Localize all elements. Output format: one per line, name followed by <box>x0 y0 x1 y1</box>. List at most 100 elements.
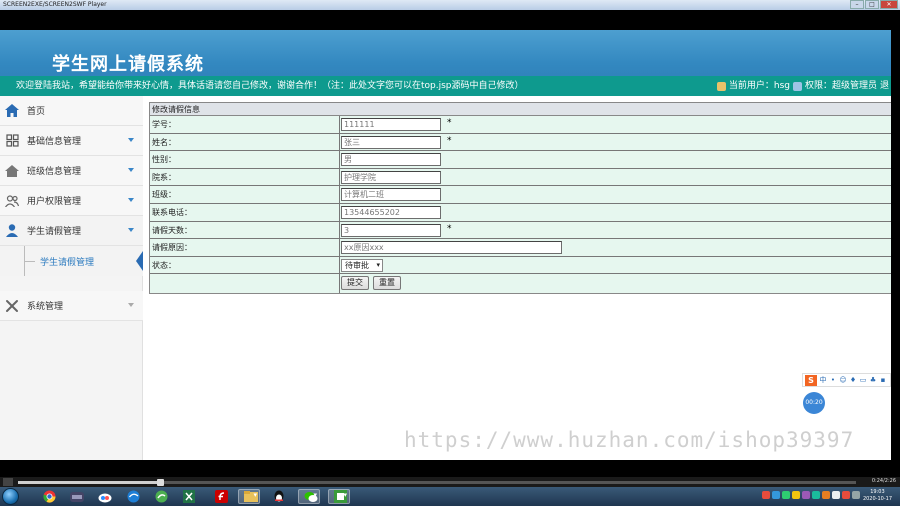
flash-icon[interactable] <box>210 489 232 504</box>
windows-taskbar: 19:03 2020-10-17 <box>0 487 900 506</box>
reset-button[interactable]: 重置 <box>373 276 401 291</box>
sidebar-subitem-label: 学生请假管理 <box>40 257 95 268</box>
active-indicator-icon <box>136 251 143 271</box>
logout-link[interactable]: 退 <box>880 76 889 96</box>
users-icon <box>5 194 19 208</box>
student-id-input[interactable]: 111111 <box>341 118 441 131</box>
field-label: 请假天数： <box>150 221 340 239</box>
emoji-icon[interactable]: ☺ <box>839 376 847 384</box>
tray-icon[interactable] <box>812 491 820 499</box>
gender-input[interactable]: 男 <box>341 153 441 167</box>
phone-input[interactable]: 13544655202 <box>341 205 441 219</box>
form-row-leave-days: 请假天数： 3 * <box>150 221 891 240</box>
required-mark: * <box>447 223 452 234</box>
tray-icon[interactable] <box>792 491 800 499</box>
form-row-gender: 性别： 男 <box>150 151 891 169</box>
field-label-empty <box>150 274 340 294</box>
taskbar-clock[interactable]: 19:03 2020-10-17 <box>863 489 892 503</box>
sidebar-item-user-permissions[interactable]: 用户权限管理 <box>0 186 143 216</box>
app-title: 学生网上请假系统 <box>52 54 204 75</box>
360-icon[interactable] <box>150 489 172 504</box>
sidebar-item-class-info[interactable]: 班级信息管理 <box>0 156 143 186</box>
sidebar-item-label: 学生请假管理 <box>27 227 82 237</box>
sidebar-item-home[interactable]: 首页 <box>0 96 143 126</box>
class-input[interactable]: 计算机二班 <box>341 188 441 202</box>
field-label: 联系电话： <box>150 203 340 221</box>
tray-icon[interactable] <box>802 491 810 499</box>
player-time: 0:24/2:26 <box>871 478 896 484</box>
player-window: SCREEN2EXE/SCREEN2SWF Player – □ ✕ 学生网上请… <box>0 0 900 506</box>
submit-button[interactable]: 提交 <box>341 276 369 291</box>
sidebar-subitem-student-leave[interactable]: 学生请假管理 <box>0 246 143 276</box>
tray-icon[interactable] <box>782 491 790 499</box>
tray-icon[interactable] <box>772 491 780 499</box>
spreadsheet-icon[interactable] <box>178 489 200 504</box>
field-label: 院系： <box>150 168 340 186</box>
progress-track[interactable] <box>18 479 856 486</box>
field-label: 学号： <box>150 116 340 133</box>
leave-days-input[interactable]: 3 <box>341 223 441 237</box>
leave-reason-input[interactable]: xx原因xxx <box>341 241 562 255</box>
explorer-icon[interactable] <box>238 489 260 504</box>
settings-icon[interactable]: ▪ <box>879 376 887 384</box>
minimize-button[interactable]: – <box>850 0 864 9</box>
sidebar-item-label: 首页 <box>27 107 46 117</box>
wechat-icon[interactable] <box>298 489 320 504</box>
current-user: 当前用户：hsg <box>728 81 790 91</box>
baidu-netdisk-icon[interactable] <box>94 489 116 504</box>
sogou-icon: S <box>805 374 817 386</box>
start-button[interactable] <box>2 488 19 505</box>
ime-toolbar[interactable]: S 中 • ☺ ♦ ▭ ♣ ▪ <box>802 373 891 387</box>
sidebar-item-basic-info[interactable]: 基础信息管理 <box>0 126 143 156</box>
letterbox-top <box>0 10 900 30</box>
punctuation-icon[interactable]: • <box>829 376 837 384</box>
form-row-actions: 提交 重置 <box>150 274 891 294</box>
close-button[interactable]: ✕ <box>880 0 898 9</box>
ime-language-toggle[interactable]: 中 <box>819 375 827 385</box>
form-row-phone: 联系电话： 13544655202 <box>150 203 891 222</box>
tray-icon[interactable] <box>762 491 770 499</box>
chevron-down-icon <box>128 138 134 142</box>
form-caption: 修改请假信息 <box>150 103 891 116</box>
window-controls: – □ ✕ <box>850 0 898 9</box>
tools-icon <box>5 299 19 313</box>
name-input[interactable]: 张三 <box>341 135 441 149</box>
permission-icon <box>792 81 802 91</box>
chevron-down-icon <box>128 168 134 172</box>
form-row-name: 姓名： 张三 * <box>150 133 891 152</box>
chrome-icon[interactable] <box>38 489 60 504</box>
department-input[interactable]: 护理学院 <box>341 170 441 184</box>
play-button[interactable] <box>3 478 13 486</box>
sidebar-item-label: 用户权限管理 <box>27 197 82 207</box>
house-icon <box>5 164 19 178</box>
player-title: SCREEN2EXE/SCREEN2SWF Player <box>3 1 107 8</box>
welcome-text: 欢迎登陆我站，希望能给你带来好心情，具体话语请您自己修改，谢谢合作！（注：此处文… <box>16 81 524 91</box>
watermark: https://www.huzhan.com/ishop39397 <box>404 428 855 452</box>
tray-icon[interactable] <box>822 491 830 499</box>
qq-icon[interactable] <box>268 489 290 504</box>
chevron-down-icon <box>128 198 134 202</box>
mic-icon[interactable]: ♦ <box>849 376 857 384</box>
sidebar: 首页 基础信息管理 班级信息管理 用户权限管理 学生请假管理 学生请假管理 系统… <box>0 96 143 460</box>
progress-handle[interactable] <box>157 479 165 486</box>
browser-icon[interactable] <box>122 489 144 504</box>
tray-icon[interactable] <box>842 491 850 499</box>
player-title-bar: SCREEN2EXE/SCREEN2SWF Player – □ ✕ <box>0 0 900 10</box>
system-tray <box>762 491 860 499</box>
keyboard-icon[interactable]: ▭ <box>859 376 867 384</box>
skin-icon[interactable]: ♣ <box>869 376 877 384</box>
status-select[interactable]: 待审批 <box>341 258 383 272</box>
form-row-student-id: 学号： 111111 * <box>150 116 891 134</box>
tray-icon[interactable] <box>832 491 840 499</box>
chevron-down-icon <box>128 303 134 307</box>
sidebar-item-system[interactable]: 系统管理 <box>0 291 143 321</box>
player-app-icon[interactable] <box>328 489 350 504</box>
sidebar-item-student-leave[interactable]: 学生请假管理 <box>0 216 143 246</box>
floating-badge[interactable]: 00:20 <box>803 392 825 414</box>
maximize-button[interactable]: □ <box>865 0 879 9</box>
welcome-bar: 欢迎登陆我站，希望能给你带来好心情，具体话语请您自己修改，谢谢合作！（注：此处文… <box>0 76 891 96</box>
letterbox-right <box>891 30 900 460</box>
tray-icon[interactable] <box>852 491 860 499</box>
media-player-icon[interactable] <box>66 489 88 504</box>
field-label: 状态： <box>150 256 340 274</box>
